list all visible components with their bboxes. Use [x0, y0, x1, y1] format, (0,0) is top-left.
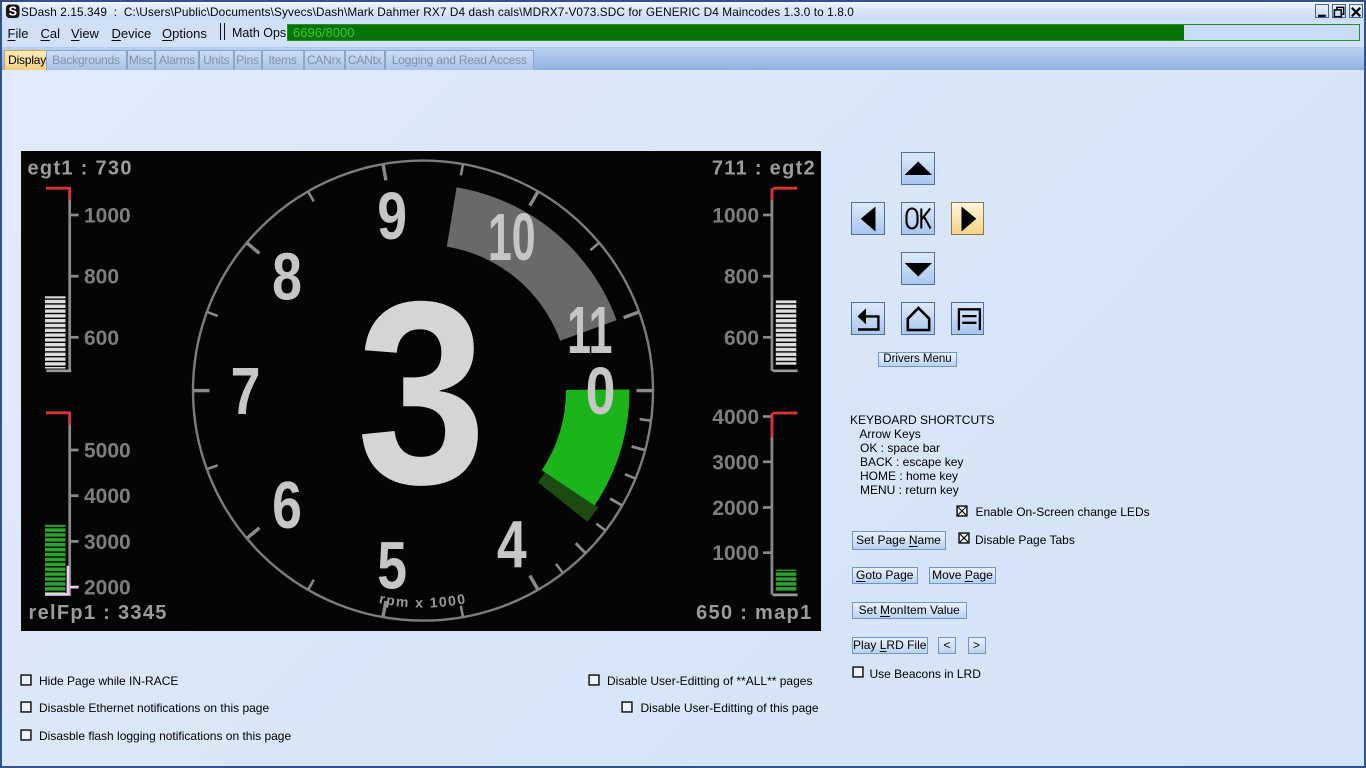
svg-text:9: 9 — [377, 178, 407, 253]
svg-text:600: 600 — [724, 327, 759, 350]
svg-text:3: 3 — [357, 248, 487, 539]
svg-text:6: 6 — [272, 467, 302, 542]
svg-text:800: 800 — [84, 266, 119, 289]
svg-text:egt1 : 730: egt1 : 730 — [28, 158, 133, 180]
svg-text:2000: 2000 — [84, 577, 131, 600]
svg-text:2000: 2000 — [712, 497, 759, 520]
svg-text:711 : egt2: 711 : egt2 — [712, 158, 816, 180]
svg-text:4000: 4000 — [712, 406, 759, 429]
svg-text:4000: 4000 — [84, 485, 131, 508]
svg-text:650 : map1: 650 : map1 — [696, 602, 812, 624]
svg-text:relFp1 : 3345: relFp1 : 3345 — [29, 602, 168, 624]
svg-text:1000: 1000 — [84, 205, 131, 228]
svg-text:5000: 5000 — [84, 440, 131, 463]
svg-text:800: 800 — [724, 266, 759, 289]
svg-text:S: S — [9, 4, 17, 18]
svg-text:8: 8 — [272, 239, 302, 314]
svg-text:11: 11 — [567, 292, 612, 367]
svg-text:3000: 3000 — [712, 451, 759, 474]
svg-text:4: 4 — [497, 507, 527, 582]
svg-text:7: 7 — [231, 353, 261, 428]
svg-text:3000: 3000 — [84, 531, 131, 554]
svg-text:10: 10 — [488, 199, 536, 274]
svg-text:1000: 1000 — [712, 542, 759, 565]
svg-text:1000: 1000 — [712, 205, 759, 228]
svg-text:600: 600 — [84, 327, 119, 350]
